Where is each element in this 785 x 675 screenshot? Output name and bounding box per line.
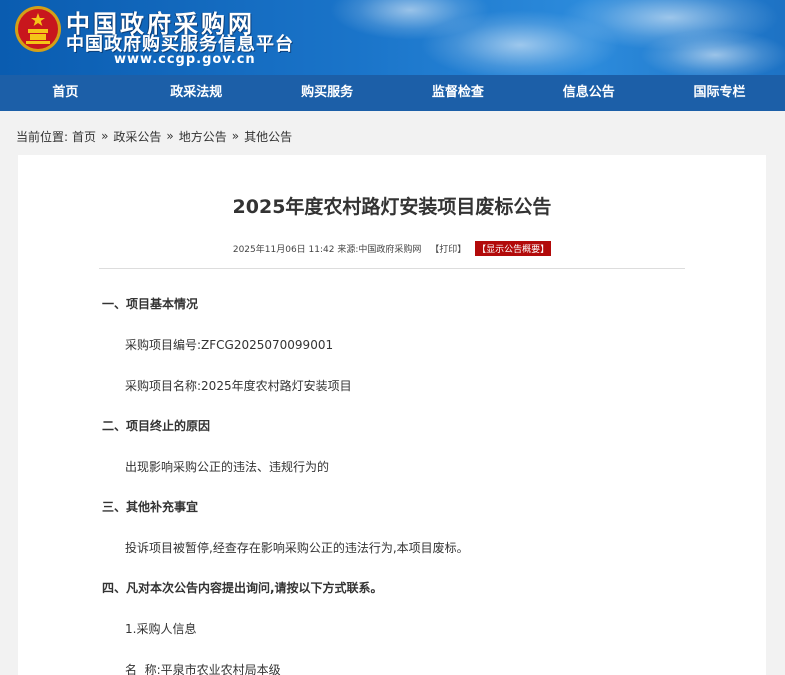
breadcrumb-local-notices[interactable]: 地方公告: [179, 128, 227, 145]
site-url: www.ccgp.gov.cn: [114, 52, 256, 67]
national-emblem-icon[interactable]: [14, 5, 62, 53]
site-header: 中国政府采购网 中国政府购买服务信息平台 www.ccgp.gov.cn: [0, 0, 785, 75]
nav-item-home[interactable]: 首页: [0, 75, 131, 111]
breadcrumb-separator: »: [231, 129, 240, 143]
section-heading: 二、项目终止的原因: [102, 419, 211, 433]
article-title: 2025年度农村路灯安装项目废标公告: [232, 196, 552, 218]
breadcrumb-separator: »: [101, 129, 109, 143]
paragraph: 采购项目名称:2025年度农村路灯安装项目: [125, 379, 352, 393]
breadcrumb-other-notices[interactable]: 其他公告: [244, 128, 292, 145]
breadcrumb-home[interactable]: 首页: [72, 128, 96, 145]
section-heading: 三、其他补充事宜: [102, 500, 199, 514]
nav-item-regulations[interactable]: 政采法规: [131, 75, 262, 111]
nav-item-announcements[interactable]: 信息公告: [523, 75, 654, 111]
article-panel: 2025年度农村路灯安装项目废标公告 2025年11月06日 11:42 来源:…: [18, 155, 766, 675]
paragraph: 采购项目编号:ZFCG2025070099001: [125, 338, 334, 352]
article-meta-info: 2025年11月06日 11:42 来源:中国政府采购网: [232, 245, 422, 255]
paragraph: 名 称:平泉市农业农村局本级: [125, 663, 281, 675]
nav-item-supervision[interactable]: 监督检查: [392, 75, 523, 111]
main-nav: 首页 政采法规 购买服务 监督检查 信息公告 国际专栏: [0, 75, 785, 111]
paragraph: 投诉项目被暂停,经查存在影响采购公正的违法行为,本项目废标。: [125, 541, 469, 555]
show-summary-button[interactable]: 【显示公告概要】: [475, 241, 552, 256]
breadcrumb: 当前位置: 首页 » 政采公告 » 地方公告 » 其他公告: [0, 111, 785, 161]
breadcrumb-separator: »: [166, 129, 174, 143]
article-divider: [99, 268, 685, 269]
paragraph: 出现影响采购公正的违法、违规行为的: [125, 460, 330, 474]
article-meta: 2025年11月06日 11:42 来源:中国政府采购网 【打印】 【显示公告概…: [18, 241, 766, 256]
nav-item-international[interactable]: 国际专栏: [654, 75, 785, 111]
section-heading: 四、凡对本次公告内容提出询问,请按以下方式联系。: [102, 581, 383, 595]
paragraph: 1.采购人信息: [125, 622, 197, 636]
breadcrumb-procurement-notices[interactable]: 政采公告: [113, 128, 161, 145]
header-cloud-decoration: [640, 30, 785, 75]
section-heading: 一、项目基本情况: [102, 297, 199, 311]
breadcrumb-prefix: 当前位置:: [16, 129, 69, 144]
nav-item-purchase-services[interactable]: 购买服务: [262, 75, 393, 111]
print-link[interactable]: 【打印】: [430, 245, 466, 255]
